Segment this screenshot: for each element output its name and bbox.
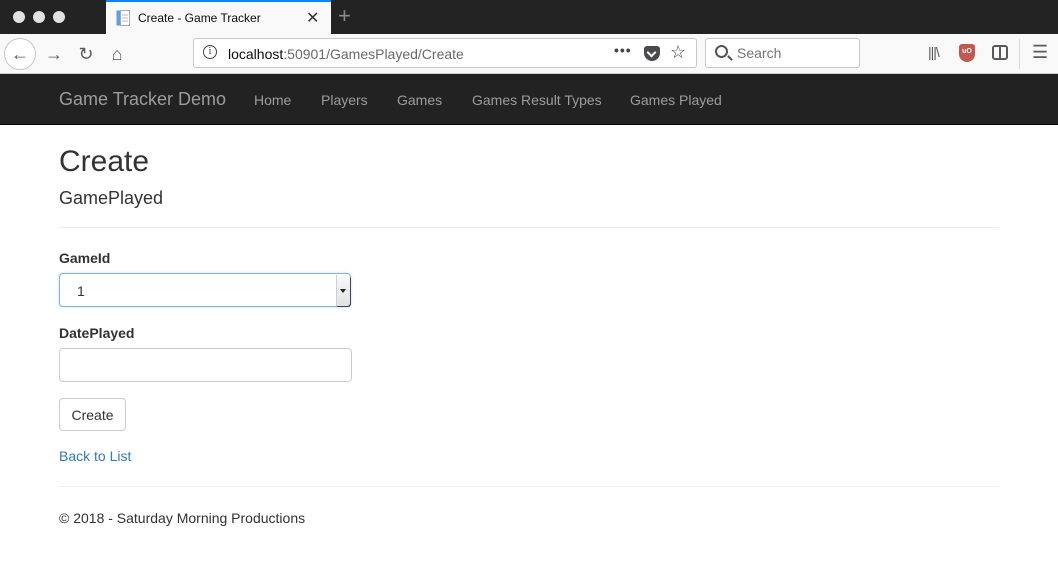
- sidebar-icon[interactable]: [992, 45, 1008, 60]
- back-to-list-link[interactable]: Back to List: [59, 448, 131, 464]
- window-close-button[interactable]: [13, 11, 25, 23]
- toolbar-separator: [1019, 39, 1020, 69]
- new-tab-icon[interactable]: +: [338, 3, 351, 29]
- url-bar[interactable]: i localhost:50901/GamesPlayed/Create •••…: [193, 38, 697, 68]
- footer-divider: [59, 486, 999, 487]
- info-icon[interactable]: i: [203, 45, 217, 59]
- page-title: Create: [59, 145, 150, 178]
- nav-games-played[interactable]: Games Played: [630, 92, 722, 108]
- page-icon: [116, 10, 130, 26]
- pocket-icon[interactable]: [644, 46, 660, 61]
- create-button[interactable]: Create: [59, 398, 126, 431]
- tab-close-icon[interactable]: ✕: [306, 8, 319, 28]
- hamburger-icon[interactable]: ☰: [1032, 42, 1048, 62]
- window-minimize-button[interactable]: [33, 11, 45, 23]
- library-icon[interactable]: |||\: [928, 44, 940, 62]
- star-icon[interactable]: ☆: [670, 42, 686, 63]
- more-dots-icon[interactable]: •••: [614, 42, 632, 58]
- url-text[interactable]: localhost:50901/GamesPlayed/Create: [228, 46, 464, 62]
- browser-titlebar: Create - Game Tracker ✕ +: [0, 0, 1058, 34]
- page-subtitle: GamePlayed: [59, 188, 164, 208]
- tab-title: Create - Game Tracker: [138, 11, 261, 25]
- dateplayed-input[interactable]: [59, 348, 352, 382]
- search-bar[interactable]: [705, 38, 860, 68]
- reload-button[interactable]: ↻: [70, 38, 102, 70]
- gameid-selected-value: 1: [77, 283, 85, 299]
- brand-link[interactable]: Game Tracker Demo: [59, 89, 226, 110]
- search-icon: [715, 45, 728, 58]
- browser-toolbar: ← → ↻ ⌂ i localhost:50901/GamesPlayed/Cr…: [0, 34, 1058, 74]
- dateplayed-label: DatePlayed: [59, 325, 135, 341]
- nav-players[interactable]: Players: [321, 92, 368, 108]
- ublock-icon[interactable]: uO: [959, 44, 975, 62]
- url-path: :50901/GamesPlayed/Create: [283, 46, 464, 62]
- search-input[interactable]: [737, 45, 852, 61]
- home-icon: ⌂: [111, 43, 123, 64]
- window-zoom-button[interactable]: [53, 11, 65, 23]
- nav-home[interactable]: Home: [254, 92, 291, 108]
- reload-icon: ↻: [78, 43, 94, 64]
- gameid-select[interactable]: 1: [59, 273, 351, 307]
- back-button[interactable]: ←: [4, 38, 36, 70]
- chevron-down-icon: [336, 275, 350, 306]
- nav-games[interactable]: Games: [397, 92, 442, 108]
- gameid-label: GameId: [59, 250, 111, 266]
- footer-text: © 2018 - Saturday Morning Productions: [59, 510, 306, 526]
- url-host: localhost: [228, 46, 284, 62]
- arrow-left-icon: ←: [11, 43, 29, 64]
- browser-tab-active[interactable]: Create - Game Tracker ✕: [106, 0, 331, 34]
- nav-games-result-types[interactable]: Games Result Types: [472, 92, 602, 108]
- arrow-right-icon: →: [45, 43, 63, 64]
- forward-button[interactable]: →: [38, 38, 70, 70]
- site-navbar: Game Tracker Demo Home Players Games Gam…: [0, 74, 1058, 125]
- home-button[interactable]: ⌂: [101, 38, 133, 70]
- divider: [59, 227, 999, 228]
